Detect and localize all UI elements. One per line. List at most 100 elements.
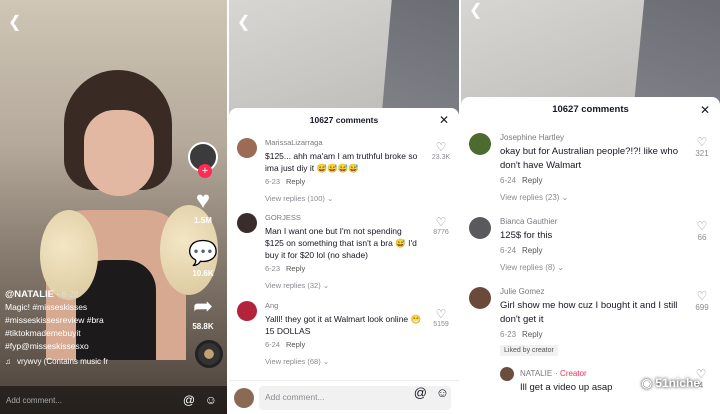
view-replies-button[interactable]: View replies (32) ⌄ — [265, 281, 423, 290]
reply-author[interactable]: NATALIE — [520, 369, 552, 378]
comment-date: 6-23 — [265, 177, 281, 186]
emoji-icon[interactable]: ☺ — [436, 385, 449, 400]
creator-avatar[interactable]: + — [188, 142, 218, 178]
comment-like-count: 66 — [697, 233, 707, 242]
emoji-icon[interactable]: ☺ — [205, 393, 217, 407]
heart-outline-icon[interactable]: ♡ — [689, 289, 715, 303]
video-caption: @NATALIE · 6-28 Magic! #misseskisses #mi… — [5, 288, 180, 353]
reply-button[interactable]: Reply — [522, 330, 542, 339]
video-panel-1: ❮ + ♥ 1.5M 💬 10.6K ➦ 58.8K @NATALIE · 6-… — [0, 0, 227, 414]
add-comment-bar: Add comment... @ ☺ — [229, 380, 459, 414]
chevron-left-icon[interactable]: ❮ — [237, 12, 250, 32]
comments-header: 10627 comments ✕ — [229, 108, 459, 132]
reply-text: Ill get a video up asap — [520, 382, 613, 393]
person-face — [84, 110, 154, 196]
caption-line: #tiktokmademebuyit — [5, 328, 81, 338]
reply-button[interactable]: Reply — [522, 246, 542, 255]
comment-date: 6-23 — [265, 264, 281, 273]
comments-header: 10627 comments ✕ — [461, 97, 720, 123]
avatar[interactable] — [237, 213, 257, 233]
add-comment-placeholder[interactable]: Add comment... — [6, 396, 62, 405]
creator-badge: · Creator — [555, 369, 587, 378]
comments-panel-2: ❮ 10627 comments ✕ MarissaLizarraga $125… — [229, 0, 459, 414]
comment-like[interactable]: ♡ 8776 — [428, 215, 454, 236]
comment-bar[interactable]: Add comment... @ ☺ — [0, 386, 227, 414]
chevron-left-icon[interactable]: ❮ — [8, 12, 21, 32]
comment-like-count: 699 — [695, 303, 709, 312]
chevron-left-icon[interactable]: ❮ — [469, 0, 482, 20]
comment-text: $125... ahh ma'am I am truthful broke so… — [265, 151, 418, 173]
comment-like[interactable]: ♡ 66 — [689, 219, 715, 242]
reply-button[interactable]: Reply — [286, 177, 305, 186]
comment-text: 125$ for this — [500, 230, 553, 241]
music-disc-icon[interactable] — [195, 340, 223, 368]
view-replies-button[interactable]: View replies (68) ⌄ — [265, 357, 423, 366]
close-icon[interactable]: ✕ — [700, 97, 710, 123]
comment-like[interactable]: ♡ 23.3K — [428, 140, 454, 161]
heart-outline-icon[interactable]: ♡ — [428, 215, 454, 229]
view-replies-button[interactable]: View replies (8) ⌄ — [500, 263, 682, 272]
reply-button[interactable]: Reply — [522, 176, 542, 185]
comment-like-count: 23.3K — [431, 154, 451, 161]
comment-author[interactable]: Bianca Gauthier — [500, 217, 682, 226]
view-replies-button[interactable]: View replies (100) ⌄ — [265, 194, 423, 203]
comment-like[interactable]: ♡ 5159 — [428, 307, 454, 328]
comment-author[interactable]: MarissaLizarraga — [265, 138, 423, 147]
comment-like[interactable]: ♡ 699 — [689, 289, 715, 312]
heart-outline-icon[interactable]: ♡ — [428, 307, 454, 321]
comment-text: Yalll! they got it at Walmart look onlin… — [265, 314, 422, 336]
watermark: ◉ 51niche — [641, 376, 700, 390]
bra-cup-left — [40, 210, 98, 300]
avatar[interactable] — [469, 133, 491, 155]
heart-icon[interactable]: ♥ — [196, 188, 210, 214]
like-count: 1.5M — [194, 216, 212, 225]
caption-username[interactable]: @NATALIE — [5, 289, 54, 300]
comment-text: Girl show me how cuz I bought it and I s… — [500, 300, 678, 325]
comment-author[interactable]: Ang — [265, 301, 423, 310]
close-icon[interactable]: ✕ — [439, 108, 449, 132]
music-note-icon: ♫ — [5, 357, 11, 366]
comment-like-count: 321 — [695, 149, 709, 158]
avatar — [234, 388, 254, 408]
action-rail: + ♥ 1.5M 💬 10.6K ➦ 58.8K — [183, 142, 223, 331]
comment-count: 10.6K — [192, 269, 214, 278]
comment-like-count: 8776 — [433, 229, 449, 236]
avatar[interactable] — [500, 367, 514, 381]
comments-count-title: 10627 comments — [552, 104, 629, 115]
view-replies-button[interactable]: View replies (23) ⌄ — [500, 193, 682, 202]
comment-date: 6-24 — [265, 340, 281, 349]
comment-author[interactable]: Josephine Hartley — [500, 133, 682, 142]
comments-count-title: 10627 comments — [309, 115, 379, 125]
comments-sheet: 10627 comments ✕ Josephine Hartley okay … — [461, 97, 720, 414]
caption-line: #fyp@misseskissesxo — [5, 341, 89, 351]
reply-button[interactable]: Reply — [286, 340, 305, 349]
share-arrow-icon[interactable]: ➦ — [193, 294, 213, 320]
comment-author[interactable]: GORJESS — [265, 213, 423, 222]
comment-text: okay but for Australian people?!?! like … — [500, 146, 678, 171]
comment-bubble-icon[interactable]: 💬 — [188, 241, 218, 267]
comment-text: Man I want one but I'm not spending $125… — [265, 226, 417, 260]
comment-date: 6-24 — [500, 176, 517, 185]
comment-date: 6-24 — [500, 246, 517, 255]
at-sign-icon[interactable]: @ — [183, 393, 195, 407]
liked-by-creator-badge: Liked by creator — [500, 345, 558, 356]
comment-like-count: 5159 — [433, 321, 449, 328]
avatar[interactable] — [469, 217, 491, 239]
at-sign-icon[interactable]: @ — [414, 385, 427, 400]
music-title: vrywvy (Contains music fr — [17, 357, 109, 366]
heart-outline-icon[interactable]: ♡ — [689, 135, 715, 149]
comments-panel-3: ❮ 10627 comments ✕ Josephine Hartley oka… — [461, 0, 720, 414]
follow-plus-icon[interactable]: + — [198, 164, 212, 178]
comment-like[interactable]: ♡ 321 — [689, 135, 715, 158]
heart-outline-icon[interactable]: ♡ — [689, 219, 715, 233]
reply-button[interactable]: Reply — [286, 264, 305, 273]
caption-date: 6-28 — [61, 289, 79, 299]
heart-outline-icon[interactable]: ♡ — [428, 140, 454, 154]
caption-line: #misseskissesreview #bra — [5, 315, 104, 325]
comment-date: 6-23 — [500, 330, 517, 339]
music-ticker[interactable]: ♫ vrywvy (Contains music fr — [5, 357, 185, 366]
avatar[interactable] — [469, 287, 491, 309]
comment-author[interactable]: Julie Gomez — [500, 287, 682, 296]
avatar[interactable] — [237, 301, 257, 321]
avatar[interactable] — [237, 138, 257, 158]
